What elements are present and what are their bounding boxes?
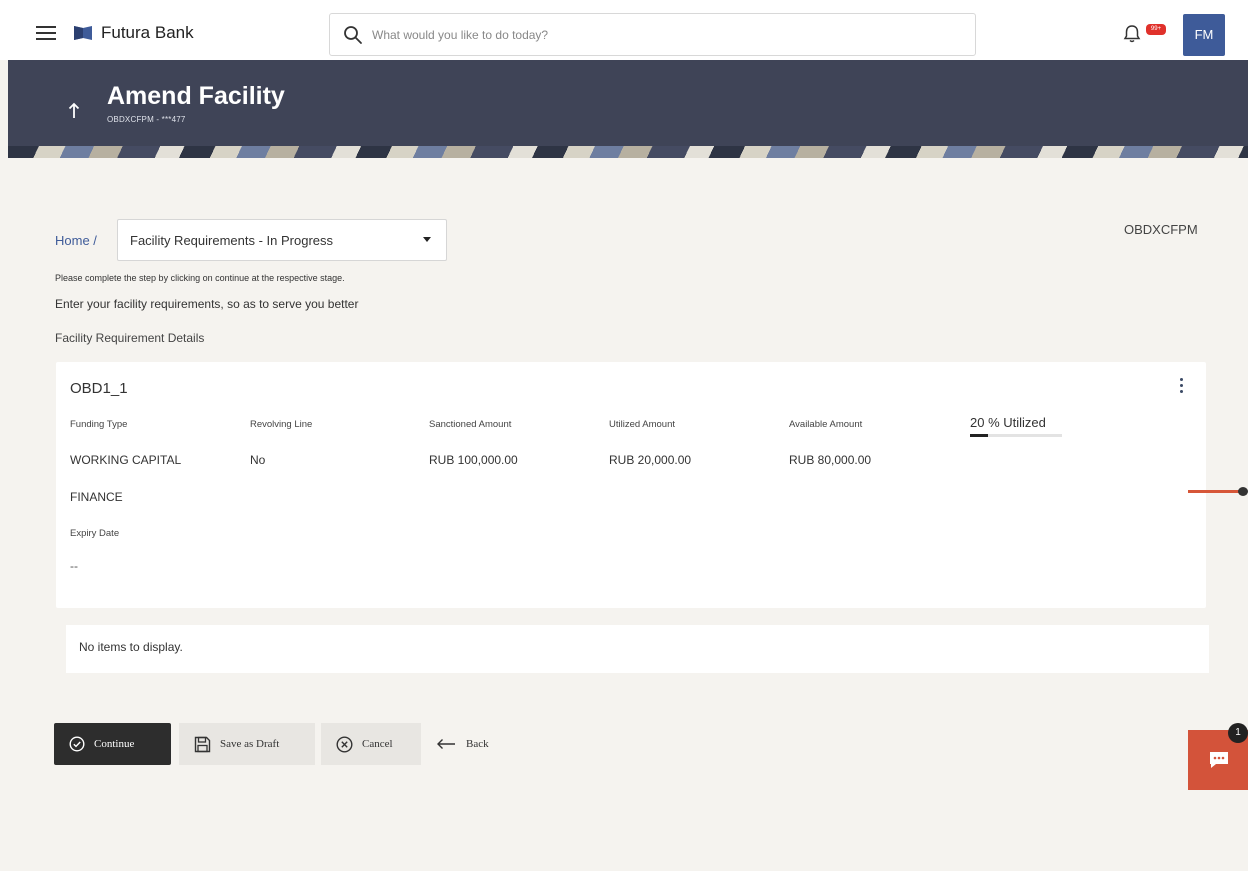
revolving-line-value: No [250, 453, 266, 467]
available-amount-value: RUB 80,000.00 [789, 453, 872, 467]
utilized-amount-value: RUB 20,000.00 [609, 453, 692, 467]
more-options-icon[interactable] [1176, 376, 1186, 398]
check-circle-icon [69, 736, 85, 752]
revolving-line-label: Revolving Line [250, 419, 313, 430]
side-panel-handle[interactable] [1188, 487, 1248, 496]
top-header: Futura Bank 99+ FM [0, 0, 1248, 60]
intro-text: Enter your facility requirements, so as … [55, 297, 359, 311]
hamburger-menu-icon[interactable] [36, 26, 56, 40]
user-avatar[interactable]: FM [1183, 14, 1225, 56]
search-input[interactable] [372, 24, 962, 46]
continue-button-label: Continue [94, 738, 135, 750]
save-disk-icon [194, 736, 211, 752]
cancel-button-label: Cancel [362, 738, 393, 750]
stage-dropdown-value: Facility Requirements - In Progress [130, 233, 334, 248]
facility-card: OBD1_1 Funding Type WORKING CAPITAL FINA… [56, 362, 1206, 608]
continue-button[interactable]: Continue [54, 723, 171, 765]
page-subtitle: OBDXCFPM - ***477 [107, 115, 186, 124]
sanctioned-amount-label: Sanctioned Amount [429, 419, 512, 430]
banner-decorative-stripe [8, 146, 1248, 158]
empty-list-message: No items to display. [79, 640, 183, 654]
futura-bank-logo-icon [74, 26, 92, 40]
section-title: Facility Requirement Details [55, 331, 205, 345]
close-circle-icon [336, 735, 353, 753]
notifications-button[interactable]: 99+ [1122, 24, 1168, 46]
expiry-date-value: -- [70, 559, 78, 573]
funding-type-value: WORKING CAPITAL [70, 453, 182, 467]
expiry-date-label: Expiry Date [70, 528, 120, 539]
utilization-progress-track [970, 434, 1062, 437]
page-title: Amend Facility [107, 82, 285, 110]
application-reference: OBDXCFPM [1124, 222, 1198, 237]
back-button[interactable]: Back [430, 723, 510, 765]
cancel-button[interactable]: Cancel [321, 723, 421, 765]
funding-type-label: Funding Type [70, 419, 128, 430]
chat-unread-badge: 1 [1228, 723, 1248, 743]
arrow-up-back-icon[interactable] [66, 98, 82, 122]
back-button-label: Back [466, 738, 489, 750]
save-as-draft-button-label: Save as Draft [220, 738, 280, 750]
caret-down-icon [423, 237, 431, 242]
save-as-draft-button[interactable]: Save as Draft [179, 723, 315, 765]
utilization-progress-fill [970, 434, 989, 437]
breadcrumb-home-link[interactable]: Home / [55, 233, 97, 248]
search-bar[interactable] [329, 13, 976, 56]
available-amount-label: Available Amount [789, 419, 863, 430]
brand-name: Futura Bank [101, 23, 194, 42]
funding-type-value-line2: FINANCE [70, 490, 123, 504]
notification-badge: 99+ [1146, 24, 1166, 35]
sanctioned-amount-value: RUB 100,000.00 [429, 453, 518, 467]
stage-dropdown[interactable]: Facility Requirements - In Progress [117, 219, 447, 261]
search-icon [344, 26, 362, 44]
bell-icon [1123, 25, 1141, 43]
utilized-percentage-text: 20 % Utilized [970, 415, 1046, 430]
side-panel-handle-dot [1238, 487, 1248, 496]
instruction-text: Please complete the step by clicking on … [55, 273, 345, 283]
facility-name: OBD1_1 [70, 380, 128, 397]
utilization-indicator: 20 % Utilized [970, 415, 1065, 445]
page-banner: Amend Facility OBDXCFPM - ***477 [8, 60, 1248, 158]
empty-list-panel: No items to display. [66, 625, 1209, 673]
side-panel-handle-line [1188, 490, 1242, 493]
chat-bubble-icon [1210, 752, 1228, 768]
arrow-left-icon [437, 739, 455, 749]
utilized-amount-label: Utilized Amount [609, 419, 676, 430]
